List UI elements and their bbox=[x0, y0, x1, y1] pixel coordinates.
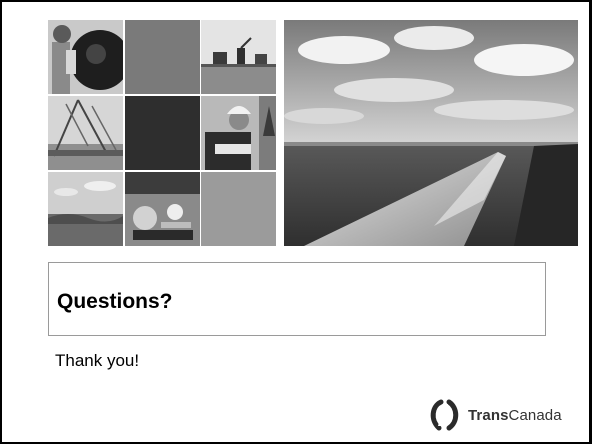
photo-pipeline-prairie bbox=[284, 20, 578, 246]
photo-machinery bbox=[125, 172, 200, 246]
slide-frame: Questions? Thank you! TransCanada bbox=[0, 0, 592, 444]
photo-landscape-sky bbox=[48, 172, 123, 246]
tile-gray bbox=[125, 20, 200, 94]
photo-pipeline-rig bbox=[48, 96, 123, 170]
logo-wordmark: TransCanada bbox=[468, 406, 562, 424]
photo-worker-hardhat bbox=[201, 96, 276, 170]
transcanada-logo: TransCanada bbox=[428, 398, 562, 432]
photo-worker-pipe bbox=[48, 20, 123, 94]
thank-you-text: Thank you! bbox=[55, 351, 140, 370]
photo-mosaic bbox=[48, 20, 276, 246]
transcanada-logo-mark bbox=[430, 399, 459, 431]
questions-box: Questions? bbox=[48, 262, 546, 336]
photo-field-equipment bbox=[201, 20, 276, 94]
questions-heading: Questions? bbox=[57, 290, 173, 313]
tile-light bbox=[201, 172, 276, 246]
tile-dark bbox=[125, 96, 200, 170]
